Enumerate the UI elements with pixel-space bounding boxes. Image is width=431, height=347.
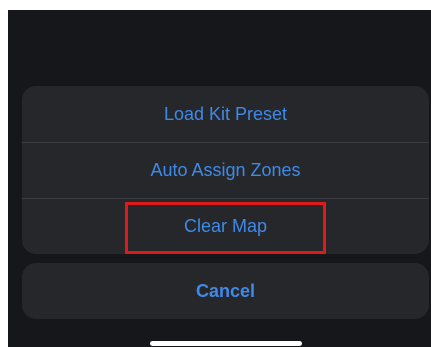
app-screen: Load Kit Preset Auto Assign Zones Clear … [8, 10, 431, 347]
clear-map-button[interactable]: Clear Map [22, 198, 429, 254]
load-kit-preset-button[interactable]: Load Kit Preset [22, 86, 429, 142]
cancel-button[interactable]: Cancel [22, 263, 429, 319]
auto-assign-zones-button[interactable]: Auto Assign Zones [22, 142, 429, 198]
action-sheet-group: Load Kit Preset Auto Assign Zones Clear … [22, 86, 429, 254]
home-indicator [150, 341, 302, 346]
